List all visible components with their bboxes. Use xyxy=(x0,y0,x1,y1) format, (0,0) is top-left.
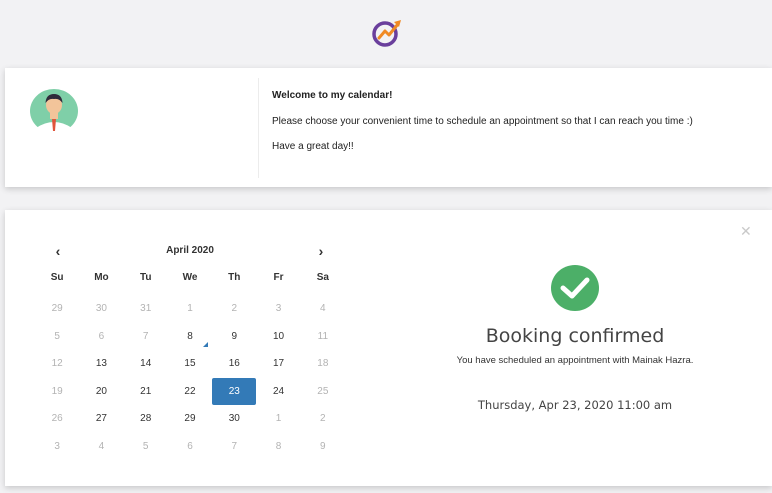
calendar-day[interactable]: 8 xyxy=(168,323,212,351)
divider xyxy=(258,78,259,178)
calendar-day: 7 xyxy=(231,440,238,452)
calendar-day: 25 xyxy=(317,385,329,397)
calendar-day[interactable]: 17 xyxy=(256,350,300,378)
calendar-day: 4 xyxy=(98,440,105,452)
calendar-day: 2 xyxy=(320,413,326,424)
appointment-datetime: Thursday, Apr 23, 2020 11:00 am xyxy=(477,398,673,412)
confirmation-subtitle: You have scheduled an appointment with M… xyxy=(456,355,694,366)
calendar-day: 18 xyxy=(317,358,329,369)
weekday-label: Sa xyxy=(316,272,329,283)
calendar-day: 31 xyxy=(140,303,152,314)
logo-icon xyxy=(372,20,401,47)
calendar-week-row: 26 27 28 29 30 1 2 xyxy=(35,405,345,433)
avatar xyxy=(30,89,78,134)
calendar-week-row: 29 30 31 1 2 3 4 xyxy=(35,295,345,323)
calendar-week-row: 5 6 7 8 9 10 11 xyxy=(35,323,345,351)
calendar-day: 3 xyxy=(275,303,282,314)
calendar-day[interactable]: 9 xyxy=(212,323,256,351)
calendar-day: 5 xyxy=(54,330,60,342)
calendar-day[interactable]: 10 xyxy=(256,323,300,351)
calendar-day: 7 xyxy=(142,330,149,342)
calendar-day: 29 xyxy=(51,303,63,314)
profile-card: Welcome to my calendar! Please choose yo… xyxy=(5,68,772,187)
calendar-day: 6 xyxy=(187,440,193,452)
calendar-day[interactable]: 30 xyxy=(212,405,256,433)
weekday-label: Su xyxy=(50,272,64,283)
calendar-day: 12 xyxy=(51,358,63,369)
calendar-day: 9 xyxy=(320,440,326,452)
calendar-day[interactable]: 16 xyxy=(212,350,256,378)
calendar-day[interactable]: 15 xyxy=(168,350,212,378)
weekday-header: Su Mo Tu We Th Fr Sa xyxy=(35,272,345,283)
calendar-day[interactable]: 21 xyxy=(124,378,168,406)
weekday-label: Tu xyxy=(139,272,152,283)
booking-confirmation: Booking confirmed You have scheduled an … xyxy=(385,265,765,412)
calendar-day[interactable]: 29 xyxy=(168,405,212,433)
confirmation-title: Booking confirmed xyxy=(485,325,665,347)
weekday-label: Mo xyxy=(94,272,109,283)
calendar-grid: 29 30 31 1 2 3 4 5 6 7 8 9 10 11 12 13 14 15 16 17 18 19 20 21 2… xyxy=(35,295,345,460)
calendar-day[interactable]: 13 xyxy=(79,350,123,378)
calendar-day: 30 xyxy=(95,303,107,314)
calendar-header: ‹ April 2020 › xyxy=(45,242,335,262)
chevron-right-icon[interactable]: › xyxy=(313,242,329,260)
calendar-week-row: 19 20 21 22 23 24 25 xyxy=(35,377,345,406)
weekday-label: We xyxy=(182,272,198,283)
calendar-day: 11 xyxy=(317,330,329,342)
calendar-day[interactable]: 20 xyxy=(79,378,123,406)
booking-card: ✕ ‹ April 2020 › Su Mo Tu We Th Fr Sa 29… xyxy=(5,210,772,486)
check-circle-icon xyxy=(551,265,599,311)
calendar-day[interactable]: 27 xyxy=(79,405,123,433)
calendar-day[interactable]: 14 xyxy=(124,350,168,378)
weekday-label: Th xyxy=(228,272,241,283)
calendar-day: 19 xyxy=(51,385,63,397)
calendar-day: 1 xyxy=(275,413,282,424)
welcome-line-2: Have a great day!! xyxy=(272,141,354,152)
calendar-day: 5 xyxy=(142,440,149,452)
calendar-day: 1 xyxy=(187,303,193,314)
month-label: April 2020 xyxy=(166,245,214,256)
calendar-day-selected[interactable]: 23 xyxy=(212,377,257,405)
calendar-day[interactable]: 28 xyxy=(124,405,168,433)
calendar-day: 2 xyxy=(231,303,238,314)
calendar-day: 8 xyxy=(275,440,282,452)
welcome-line-1: Please choose your convenient time to sc… xyxy=(272,116,693,127)
welcome-title: Welcome to my calendar! xyxy=(272,90,393,101)
calendar-day[interactable]: 24 xyxy=(256,378,300,406)
calendar-week-row: 3 4 5 6 7 8 9 xyxy=(35,433,345,461)
calendar-day: 3 xyxy=(54,440,60,452)
calendar-day: 26 xyxy=(51,413,63,424)
calendar-day: 4 xyxy=(320,303,326,314)
weekday-label: Fr xyxy=(273,272,284,283)
calendar-day: 6 xyxy=(98,330,105,342)
calendar-week-row: 12 13 14 15 16 17 18 xyxy=(35,350,345,378)
calendar-day[interactable]: 22 xyxy=(168,378,212,406)
close-icon[interactable]: ✕ xyxy=(740,224,752,238)
welcome-message: Welcome to my calendar! Please choose yo… xyxy=(272,90,752,166)
